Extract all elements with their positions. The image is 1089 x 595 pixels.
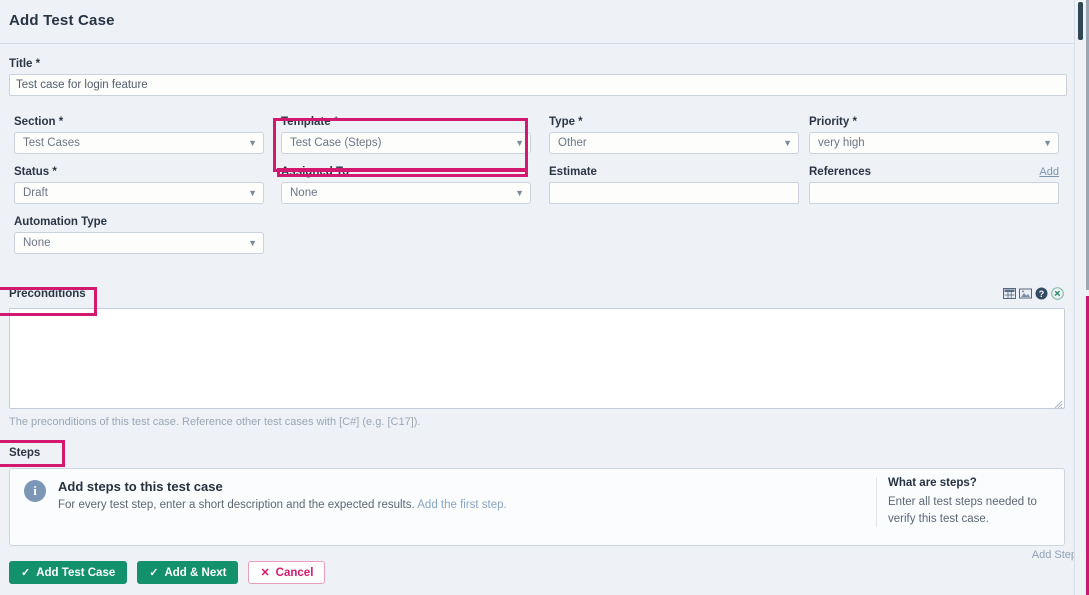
estimate-input[interactable] [549, 182, 799, 204]
section-select[interactable]: Test Cases ▼ [14, 132, 264, 154]
check-icon: ✓ [149, 567, 159, 579]
type-value: Other [558, 137, 587, 149]
status-value: Draft [23, 187, 48, 199]
close-icon: ✕ [260, 567, 270, 579]
status-field-group: Status * Draft ▼ [14, 166, 264, 204]
chevron-down-icon: ▼ [1043, 138, 1052, 148]
chevron-down-icon: ▼ [248, 238, 257, 248]
section-field-group: Section * Test Cases ▼ [14, 116, 264, 154]
chevron-down-icon: ▼ [248, 138, 257, 148]
add-and-next-button[interactable]: ✓ Add & Next [137, 561, 239, 584]
automation-type-value: None [23, 237, 51, 249]
type-select[interactable]: Other ▼ [549, 132, 799, 154]
add-test-case-button[interactable]: ✓ Add Test Case [9, 561, 128, 584]
template-value: Test Case (Steps) [290, 137, 382, 149]
estimate-field-group: Estimate [549, 166, 799, 204]
steps-panel-title: Add steps to this test case [58, 479, 223, 494]
assigned-to-field-group: Assigned To None ▼ [281, 166, 531, 204]
chevron-down-icon: ▼ [248, 188, 257, 198]
page-header: Add Test Case [0, 0, 1074, 44]
steps-panel-description: For every test step, enter a short descr… [58, 499, 507, 511]
references-label: References [809, 166, 872, 178]
scrollbar-thumb[interactable] [1078, 2, 1083, 40]
type-field-group: Type * Other ▼ [549, 116, 799, 154]
steps-aside-body: Enter all test steps needed to verify th… [888, 496, 1037, 525]
steps-label: Steps [9, 447, 41, 459]
template-select[interactable]: Test Case (Steps) ▼ [281, 132, 531, 154]
assigned-to-label: Assigned To [281, 166, 350, 178]
add-step-link[interactable]: Add Step [1032, 549, 1077, 561]
preconditions-header: Preconditions ? [0, 286, 1074, 308]
template-label: Template * [281, 116, 339, 128]
cancel-button[interactable]: ✕ Cancel [248, 561, 326, 584]
type-label: Type * [549, 116, 583, 128]
priority-label: Priority * [809, 116, 857, 128]
steps-panel: i Add steps to this test case For every … [9, 468, 1065, 546]
add-and-next-label: Add & Next [164, 566, 227, 579]
preconditions-textarea[interactable] [9, 308, 1065, 409]
priority-select[interactable]: very high ▼ [809, 132, 1059, 154]
automation-type-field-group: Automation Type None ▼ [14, 216, 264, 254]
form-actions: ✓ Add Test Case ✓ Add & Next ✕ Cancel [9, 561, 326, 584]
priority-field-group: Priority * very high ▼ [809, 116, 1059, 154]
cancel-label: Cancel [275, 566, 314, 579]
steps-desc-text: For every test step, enter a short descr… [58, 499, 415, 511]
table-icon[interactable] [1003, 287, 1016, 300]
svg-text:?: ? [1039, 289, 1045, 299]
title-field-group: Title * [9, 58, 1067, 96]
page-title: Add Test Case [9, 12, 115, 29]
status-select[interactable]: Draft ▼ [14, 182, 264, 204]
resize-handle-icon[interactable] [1052, 396, 1063, 409]
preconditions-label: Preconditions [9, 288, 86, 300]
add-first-step-link[interactable]: Add the first step. [417, 499, 507, 511]
title-label: Title * [9, 58, 41, 70]
preconditions-help-text: The preconditions of this test case. Ref… [9, 416, 421, 428]
references-input[interactable] [809, 182, 1059, 204]
help-icon[interactable]: ? [1035, 287, 1048, 300]
check-icon: ✓ [21, 567, 31, 579]
chevron-down-icon: ▼ [783, 138, 792, 148]
editor-toolbar: ? [1003, 287, 1064, 300]
references-field-group: References Add [809, 166, 1059, 204]
template-field-group: Template * Test Case (Steps) ▼ [281, 116, 531, 154]
image-icon[interactable] [1019, 287, 1032, 300]
add-test-case-page: Add Test Case Title * Section * Test Cas… [0, 0, 1089, 595]
title-input[interactable] [9, 74, 1067, 96]
info-icon: i [24, 480, 46, 502]
preconditions-group: Preconditions ? The preconditions of thi… [0, 286, 1074, 428]
add-test-case-label: Add Test Case [36, 566, 116, 579]
steps-aside: What are steps? Enter all test steps nee… [876, 477, 1054, 528]
steps-aside-title: What are steps? [888, 477, 977, 489]
fullscreen-toggle-icon[interactable] [1051, 287, 1064, 300]
assigned-to-select[interactable]: None ▼ [281, 182, 531, 204]
estimate-label: Estimate [549, 166, 597, 178]
priority-value: very high [818, 137, 865, 149]
chevron-down-icon: ▼ [515, 188, 524, 198]
section-value: Test Cases [23, 137, 80, 149]
status-label: Status * [14, 166, 57, 178]
assigned-to-value: None [290, 187, 318, 199]
section-label: Section * [14, 116, 64, 128]
automation-type-select[interactable]: None ▼ [14, 232, 264, 254]
automation-type-label: Automation Type [14, 216, 108, 228]
chevron-down-icon: ▼ [515, 138, 524, 148]
fields-grid: Section * Test Cases ▼ Template * Test C… [9, 116, 1067, 254]
references-add-link[interactable]: Add [1039, 166, 1059, 178]
